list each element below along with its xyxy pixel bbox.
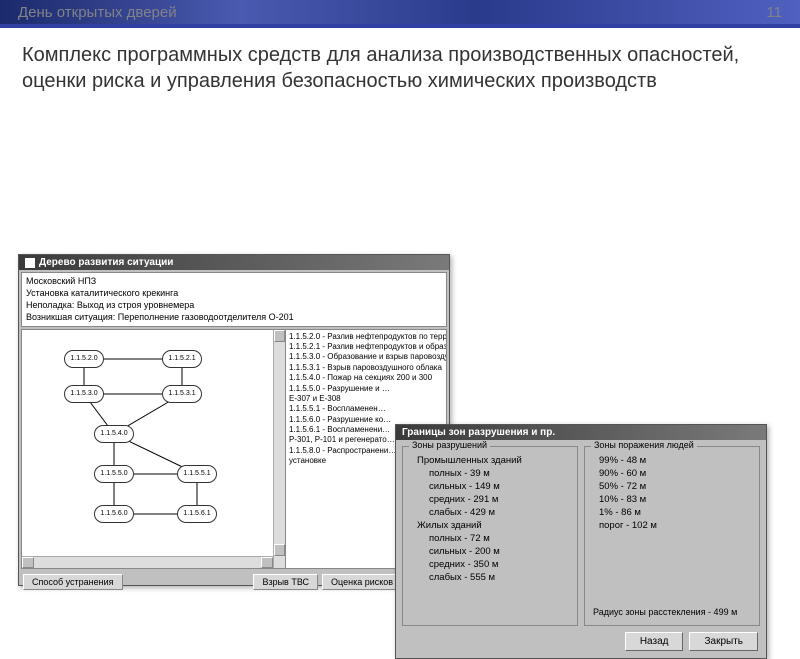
scenario-item[interactable]: 1.1.5.4.0 - Пожар на секциях 200 и 300 [289, 373, 443, 383]
zone-row: полных - 72 м [429, 533, 569, 544]
zone-row: сильных - 200 м [429, 546, 569, 557]
graph-node[interactable]: 1.1.5.3.0 [64, 385, 104, 403]
page-number: 11 [766, 4, 782, 21]
graph-node[interactable]: 1.1.5.3.1 [162, 385, 202, 403]
graph-node[interactable]: 1.1.5.4.0 [94, 425, 134, 443]
scenario-item[interactable]: 1.1.5.2.0 - Разлив нефтепродуктов по тер… [289, 332, 443, 342]
scrollbar-vertical[interactable] [273, 330, 285, 568]
info-unit: Установка каталитического крекинга [26, 287, 442, 299]
graph-node[interactable]: 1.1.5.5.1 [177, 465, 217, 483]
graph-canvas[interactable]: 1.1.5.2.0 1.1.5.2.1 1.1.5.3.0 1.1.5.3.1 1.1.… [21, 329, 286, 569]
tree-window: Дерево развития ситуации Московский НПЗ … [18, 254, 450, 586]
scroll-down-button[interactable] [274, 544, 285, 556]
scenario-item[interactable]: 1.1.5.5.1 - Воспламенен… [289, 404, 443, 414]
graph-node[interactable]: 1.1.5.5.0 [94, 465, 134, 483]
injury-row: 1% - 86 м [599, 507, 751, 518]
injury-label: Зоны поражения людей [591, 440, 697, 450]
info-fault: Неполадка: Выход из строя уровнемера [26, 299, 442, 311]
risk-button[interactable]: Оценка рисков [322, 574, 402, 590]
scenario-item[interactable]: 1.1.5.3.0 - Образование и взрыв паровозд… [289, 352, 443, 362]
info-panel: Московский НПЗ Установка каталитического… [21, 272, 447, 327]
graph-node[interactable]: 1.1.5.2.1 [162, 350, 202, 368]
glass-radius: Радиус зоны расстекления - 499 м [593, 607, 737, 617]
destruction-label: Зоны разрушений [409, 440, 490, 450]
zones-dialog-titlebar[interactable]: Границы зон разрушения и пр. [396, 425, 766, 440]
header-left: День открытых дверей [18, 4, 177, 21]
injury-zones-group: Зоны поражения людей 99% - 48 м90% - 60 … [584, 446, 760, 626]
zones-dialog: Границы зон разрушения и пр. Зоны разруш… [395, 424, 767, 659]
graph-node[interactable]: 1.1.5.2.0 [64, 350, 104, 368]
slide-title: Комплекс программных средств для анализа… [0, 28, 800, 104]
zone-row: средних - 350 м [429, 559, 569, 570]
scroll-left-button[interactable] [22, 557, 34, 568]
app-icon [25, 258, 35, 268]
scenario-item[interactable]: Е-307 и Е-308 [289, 394, 443, 404]
industrial-heading: Промышленных зданий [417, 455, 569, 466]
zones-dialog-title: Границы зон разрушения и пр. [402, 427, 555, 438]
scroll-right-button[interactable] [261, 557, 273, 568]
method-button[interactable]: Способ устранения [23, 574, 123, 590]
injury-row: 99% - 48 м [599, 455, 751, 466]
scenario-item[interactable]: 1.1.5.2.1 - Разлив нефтепродуктов и обра… [289, 342, 443, 352]
back-button[interactable]: Назад [625, 632, 684, 651]
injury-row: порог - 102 м [599, 520, 751, 531]
tvs-button[interactable]: Взрыв ТВС [253, 574, 318, 590]
scroll-up-button[interactable] [274, 330, 285, 342]
scenario-item[interactable]: 1.1.5.3.1 - Взрыв паровоздушного облака [289, 363, 443, 373]
destruction-zones-group: Зоны разрушений Промышленных зданий полн… [402, 446, 578, 626]
main-button-bar: Способ устранения Взрыв ТВС Оценка риско… [19, 571, 449, 593]
tree-window-titlebar[interactable]: Дерево развития ситуации [19, 255, 449, 270]
close-button[interactable]: Закрыть [689, 632, 758, 651]
injury-row: 50% - 72 м [599, 481, 751, 492]
zone-row: слабых - 429 м [429, 507, 569, 518]
zone-row: слабых - 555 м [429, 572, 569, 583]
injury-row: 90% - 60 м [599, 468, 751, 479]
zone-row: сильных - 149 м [429, 481, 569, 492]
graph-node[interactable]: 1.1.5.6.0 [94, 505, 134, 523]
residential-heading: Жилых зданий [417, 520, 569, 531]
graph-node[interactable]: 1.1.5.6.1 [177, 505, 217, 523]
info-situation: Возникшая ситуация: Переполнение газовод… [26, 311, 442, 323]
info-plant: Московский НПЗ [26, 275, 442, 287]
scenario-item[interactable]: 1.1.5.5.0 - Разрушение и … [289, 384, 443, 394]
injury-row: 10% - 83 м [599, 494, 751, 505]
zone-row: средних - 291 м [429, 494, 569, 505]
slide-header: День открытых дверей 11 [0, 0, 800, 28]
tree-window-title: Дерево развития ситуации [39, 257, 173, 268]
scrollbar-horizontal[interactable] [22, 556, 273, 568]
zone-row: полных - 39 м [429, 468, 569, 479]
